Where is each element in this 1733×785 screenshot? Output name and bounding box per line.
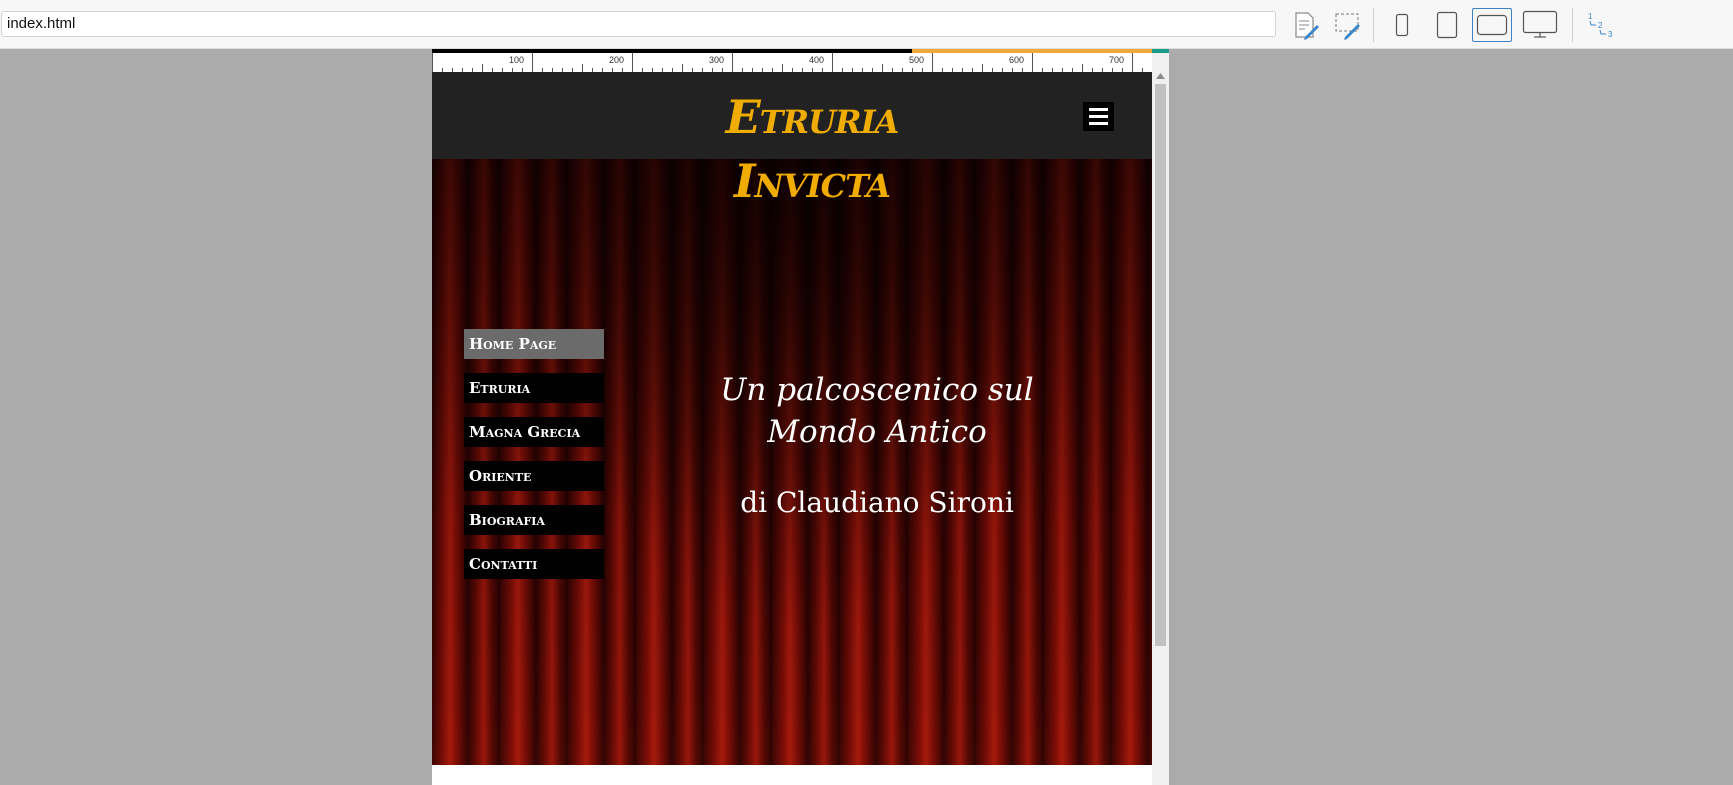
ruler-label: 300 [709,55,725,65]
pixel-ruler: 100 200 300 400 500 600 700 [432,53,1152,73]
edit-selection-icon[interactable] [1330,8,1366,42]
phone-view-icon[interactable] [1384,8,1420,42]
ruler-label: 400 [809,55,825,65]
preview-frame: 100 200 300 400 500 600 700 Etruria Invi… [432,49,1169,785]
nav-item-contatti[interactable]: Contatti [464,549,604,579]
ruler-label: 600 [1009,55,1025,65]
tab-order-icon[interactable]: 1 2 3 [1582,8,1618,42]
nav-item-etruria[interactable]: Etruria [464,373,604,403]
tagline-line: Mondo Antico [767,414,987,450]
address-field[interactable]: index.html [1,11,1276,37]
desktop-view-icon[interactable] [1520,8,1560,42]
scroll-up-arrow-icon[interactable] [1152,71,1169,81]
tablet-portrait-icon[interactable] [1429,8,1465,42]
scrollbar-thumb[interactable] [1155,84,1166,646]
ruler-label: 200 [609,55,625,65]
ruler-label: 700 [1109,55,1125,65]
tagline-line: Un palcoscenico sul [720,372,1034,408]
nav-item-biografia[interactable]: Biografia [464,505,604,535]
ruler-label: 500 [909,55,925,65]
site-title[interactable]: Etruria Invicta [602,85,1022,213]
nav-item-home-page[interactable]: Home Page [464,329,604,359]
site-title-line: Invicta [734,154,891,208]
preview-toolbar: index.html 1 2 3 [0,0,1733,49]
site-title-line: Etruria [725,90,900,144]
svg-text:2: 2 [1598,21,1603,30]
nav-item-magna-grecia[interactable]: Magna Grecia [464,417,604,447]
edit-page-icon[interactable] [1288,8,1324,42]
svg-text:3: 3 [1608,30,1613,39]
hero-tagline: Un palcoscenico sul Mondo Antico [662,369,1092,453]
toolbar-separator [1572,8,1573,42]
page-bottom [432,765,1152,785]
svg-text:1: 1 [1588,12,1593,21]
vertical-scrollbar[interactable] [1152,53,1169,785]
author-credit: di Claudiano Sironi [740,486,1014,519]
hamburger-menu-icon[interactable] [1083,102,1114,131]
toolbar-separator [1373,8,1374,42]
tablet-landscape-icon[interactable] [1472,8,1512,42]
nav-item-oriente[interactable]: Oriente [464,461,604,491]
ruler-label: 100 [509,55,525,65]
